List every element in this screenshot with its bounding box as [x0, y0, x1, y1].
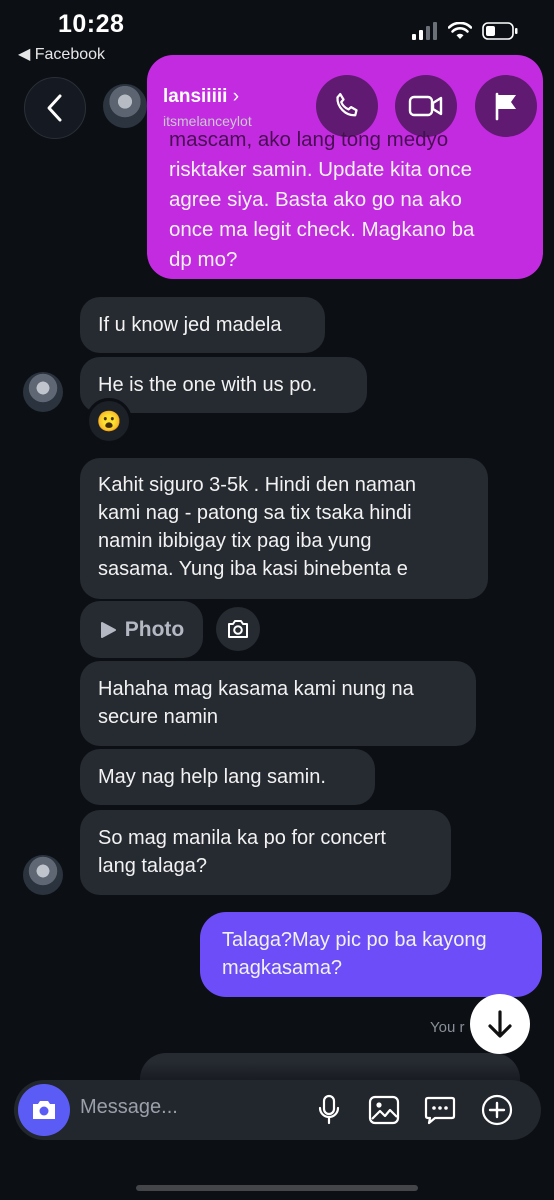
message-line: once ma legit check. Magkano ba — [169, 218, 475, 241]
contact-name[interactable]: lansiiiii › — [163, 86, 239, 108]
message-line: kami nag - patong sa tix tsaka hindi — [98, 502, 412, 524]
battery-icon — [482, 22, 518, 40]
home-indicator — [136, 1185, 418, 1191]
sender-avatar[interactable] — [23, 372, 63, 412]
message-text: He is the one with us po. — [98, 374, 318, 396]
incoming-message-bubble[interactable]: May nag help lang samin. — [80, 749, 375, 805]
back-button[interactable] — [24, 77, 86, 139]
photo-attachment[interactable]: Photo — [80, 601, 203, 658]
status-time: 10:28 — [58, 10, 125, 38]
report-button[interactable] — [475, 75, 537, 137]
more-options-button[interactable] — [477, 1090, 517, 1130]
voice-message-button[interactable] — [309, 1090, 349, 1130]
chat-bubble-icon — [424, 1096, 456, 1125]
message-line: risktaker samin. Update kita once — [169, 158, 473, 181]
message-text: May nag help lang samin. — [98, 766, 326, 788]
message-line: dp mo? — [169, 248, 238, 271]
message-line: Kahit siguro 3-5k . Hindi den naman — [98, 474, 416, 496]
scroll-to-bottom-button[interactable] — [470, 994, 530, 1054]
camera-icon — [228, 620, 248, 638]
message-reaction[interactable]: 😮 — [86, 398, 132, 444]
message-line: secure namin — [98, 706, 219, 728]
contact-username: itsmelanceylot — [163, 113, 252, 129]
chevron-left-icon — [47, 94, 62, 122]
play-icon — [100, 621, 116, 638]
incoming-message-bubble[interactable]: So mag manila ka po for concert lang tal… — [80, 810, 451, 895]
plus-circle-icon — [481, 1094, 513, 1126]
video-camera-icon — [408, 95, 443, 117]
image-icon — [368, 1095, 400, 1125]
message-text: If u know jed madela — [98, 314, 282, 336]
message-line: agree siya. Basta ako go na ako — [169, 188, 462, 211]
camera-button[interactable] — [18, 1084, 70, 1136]
phone-icon — [336, 93, 358, 117]
message-line: Talaga?May pic po ba kayong — [222, 929, 487, 951]
status-icons — [412, 22, 518, 40]
back-to-facebook-link[interactable]: ◀ Facebook — [18, 44, 105, 64]
wifi-icon — [448, 22, 472, 39]
camera-icon — [33, 1101, 55, 1119]
incoming-message-bubble[interactable]: Kahit siguro 3-5k . Hindi den naman kami… — [80, 458, 488, 599]
sticker-button[interactable] — [420, 1090, 460, 1130]
surprised-face-icon: 😮 — [96, 410, 122, 433]
message-line: namin ibibigay tix pag iba yung — [98, 530, 372, 552]
incoming-message-bubble[interactable]: If u know jed madela — [80, 297, 325, 353]
incoming-message-bubble[interactable]: Hahaha mag kasama kami nung na secure na… — [80, 661, 476, 746]
flag-icon — [495, 92, 516, 121]
message-line: lang talaga? — [98, 855, 207, 877]
seen-indicator: You r — [430, 1019, 465, 1036]
message-line: magkasama? — [222, 957, 343, 979]
photo-label: Photo — [124, 617, 185, 641]
gallery-button[interactable] — [364, 1090, 404, 1130]
message-line: So mag manila ka po for concert — [98, 827, 386, 849]
chevron-right-icon: › — [232, 86, 240, 107]
view-photo-button[interactable] — [216, 607, 260, 651]
contact-avatar[interactable] — [103, 84, 147, 128]
video-call-button[interactable] — [395, 75, 457, 137]
message-line: sasama. Yung iba kasi binebenta e — [98, 558, 408, 580]
cellular-signal-icon — [412, 22, 437, 40]
contact-name-text: lansiiiii — [163, 86, 228, 107]
message-input[interactable]: Message... — [80, 1096, 178, 1119]
message-line: Hahaha mag kasama kami nung na — [98, 678, 414, 700]
sender-avatar[interactable] — [23, 855, 63, 895]
audio-call-button[interactable] — [316, 75, 378, 137]
arrow-down-icon — [488, 1010, 512, 1038]
outgoing-message-bubble[interactable]: Talaga?May pic po ba kayong magkasama? — [200, 912, 542, 997]
microphone-icon — [318, 1094, 340, 1125]
